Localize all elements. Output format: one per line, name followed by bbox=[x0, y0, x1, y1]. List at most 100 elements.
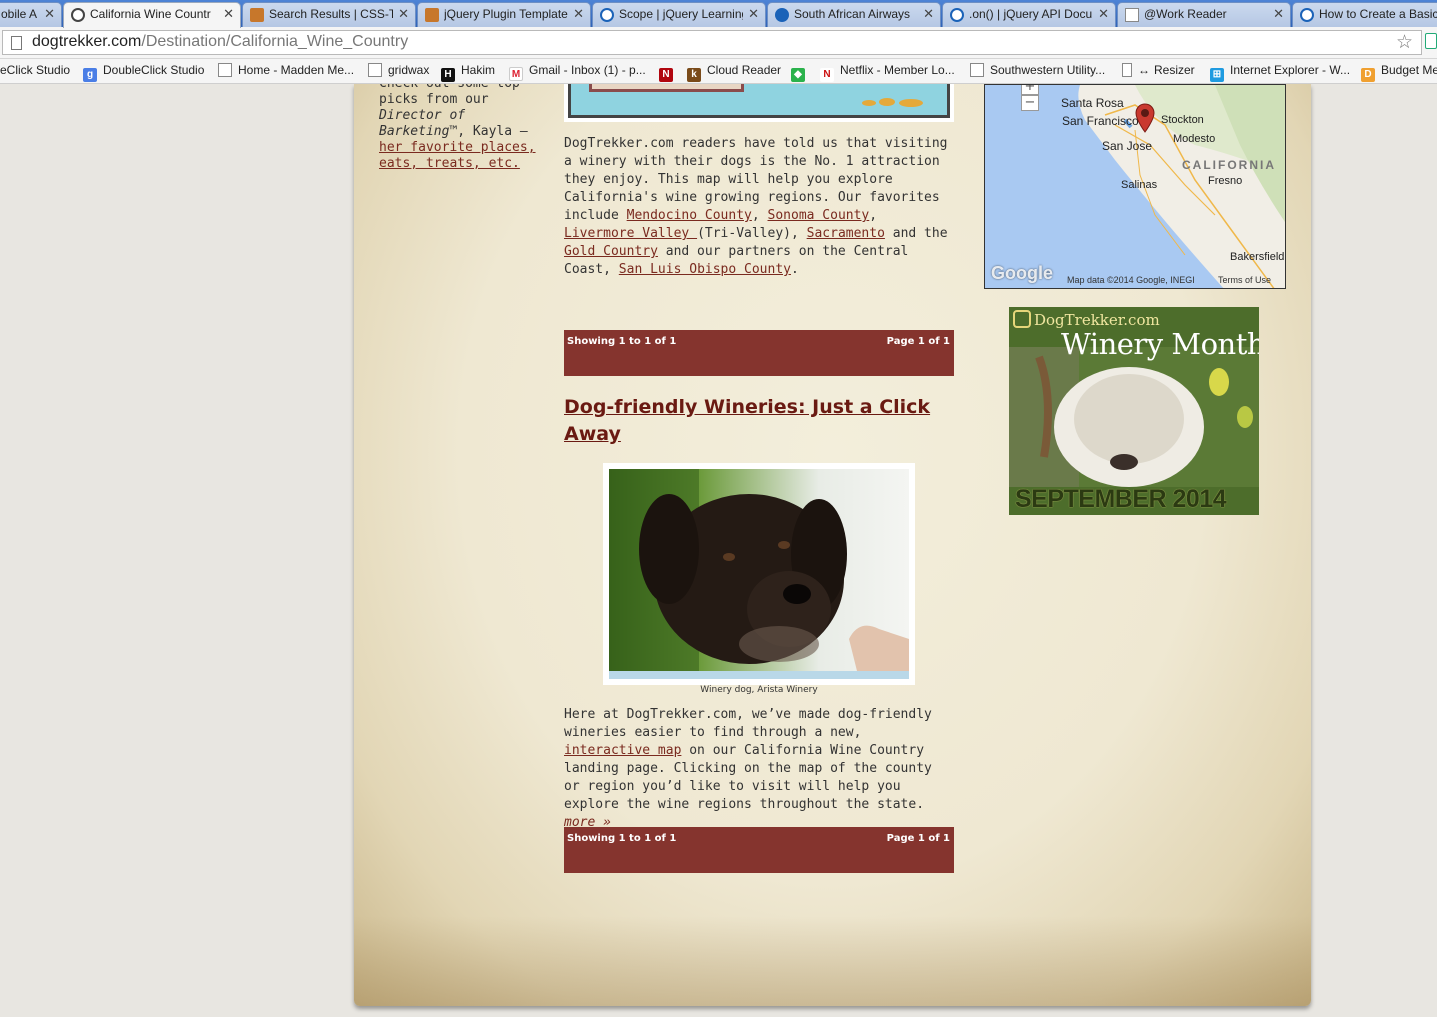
tab-jquery-api-on[interactable]: .on() | jQuery API Docu ✕ bbox=[942, 2, 1116, 27]
map-terms-link[interactable]: Terms of Use bbox=[1218, 275, 1271, 285]
close-icon[interactable]: ✕ bbox=[923, 6, 934, 22]
blurb-text: ™, Kayla — bbox=[449, 124, 528, 139]
tab-label: Scope | jQuery Learning bbox=[619, 7, 743, 21]
favorite-places-link[interactable]: her favorite places, eats, treats, etc. bbox=[379, 140, 536, 171]
bookmark-gmail[interactable]: M Gmail - Inbox (1) - p... bbox=[509, 63, 646, 81]
article-body: Here at DogTrekker.com, we’ve made dog-f… bbox=[564, 706, 954, 832]
intro-paragraph: DogTrekker.com readers have told us that… bbox=[564, 135, 954, 279]
google-logo: Google bbox=[991, 263, 1053, 283]
bookmark-gridwax[interactable]: gridwax bbox=[368, 63, 429, 77]
gmail-icon: M bbox=[509, 67, 523, 81]
mendocino-county-link[interactable]: Mendocino County bbox=[627, 208, 752, 223]
pager-top: Showing 1 to 1 of 1 Page 1 of 1 bbox=[564, 330, 954, 376]
kindle-icon: k bbox=[687, 68, 701, 82]
url-text[interactable]: dogtrekker.com/Destination/California_Wi… bbox=[32, 33, 408, 51]
address-bar[interactable]: dogtrekker.com/Destination/California_Wi… bbox=[2, 30, 1422, 55]
tab-mobile[interactable]: obile A ✕ bbox=[0, 2, 62, 27]
bookmarks-bar: eClick Studio g DoubleClick Studio Home -… bbox=[0, 59, 1437, 84]
browser-toolbar: dogtrekker.com/Destination/California_Wi… bbox=[0, 27, 1437, 59]
pager-page: Page 1 of 1 bbox=[886, 336, 950, 347]
islands-shape bbox=[862, 98, 923, 107]
map-label-bakersfield: Bakersfield bbox=[1230, 251, 1285, 263]
livermore-valley-link[interactable]: Livermore Valley bbox=[564, 226, 697, 241]
close-icon[interactable]: ✕ bbox=[398, 6, 409, 22]
bookmark-budget[interactable]: D Budget Me bbox=[1361, 63, 1437, 82]
interactive-map-link[interactable]: interactive map bbox=[564, 743, 681, 758]
intro-text: (Tri-Valley), bbox=[697, 226, 807, 241]
pager-bottom: Showing 1 to 1 of 1 Page 1 of 1 bbox=[564, 827, 954, 873]
feedly-icon: ◆ bbox=[791, 68, 805, 82]
bookmark-cloud-reader[interactable]: k Cloud Reader bbox=[687, 63, 781, 82]
tab-jquery-learning[interactable]: Scope | jQuery Learning ✕ bbox=[592, 2, 766, 27]
zoom-out-button[interactable]: − bbox=[1021, 95, 1039, 111]
bookmark-label: Hakim bbox=[461, 63, 496, 77]
map-image-inner bbox=[568, 84, 950, 118]
google-map-widget[interactable]: + − Santa Rosa San Francisco Stockton Mo… bbox=[984, 84, 1286, 289]
close-icon[interactable]: ✕ bbox=[573, 6, 584, 22]
ad-month: SEPTEMBER 2014 bbox=[1015, 485, 1227, 513]
tab-label: California Wine Countr bbox=[90, 7, 211, 21]
bookmark-hakim[interactable]: H Hakim bbox=[441, 63, 495, 82]
bookmark-southwestern-utility[interactable]: Southwestern Utility... bbox=[970, 63, 1105, 77]
page-icon bbox=[970, 63, 984, 77]
close-icon[interactable]: ✕ bbox=[1098, 6, 1109, 22]
tab-california-wine-country[interactable]: California Wine Countr ✕ bbox=[63, 2, 241, 28]
css-tricks-favicon bbox=[425, 8, 439, 22]
winery-month-ad[interactable]: DogTrekker.com Winery Month SEPTEMBER 20… bbox=[1009, 307, 1259, 515]
bookmark-doubleclick-studio[interactable]: g DoubleClick Studio bbox=[83, 63, 204, 82]
page-icon bbox=[1122, 63, 1132, 77]
san-luis-obispo-link[interactable]: San Luis Obispo County bbox=[619, 262, 791, 277]
sonoma-county-link[interactable]: Sonoma County bbox=[768, 208, 870, 223]
blurb-text: Check out some top picks from our bbox=[379, 84, 520, 107]
tab-south-african-airways[interactable]: South African Airways ✕ bbox=[767, 2, 941, 27]
bookmark-label: Southwestern Utility... bbox=[990, 63, 1106, 77]
tab-label: jQuery Plugin Template bbox=[444, 7, 568, 21]
bookmark-resizer[interactable]: ↔ Resizer bbox=[1122, 63, 1195, 77]
article-title-link[interactable]: Dog-friendly Wineries: Just a Click Away bbox=[564, 394, 954, 448]
close-icon[interactable]: ✕ bbox=[44, 6, 55, 22]
bookmark-label: Gmail - Inbox (1) - p... bbox=[529, 63, 646, 77]
page-icon bbox=[368, 63, 382, 77]
map-label-santa-rosa: Santa Rosa bbox=[1061, 96, 1124, 110]
pager-showing: Showing 1 to 1 of 1 bbox=[567, 336, 677, 347]
tab-strip: obile A ✕ California Wine Countr ✕ Searc… bbox=[0, 0, 1437, 28]
zoom-in-button[interactable]: + bbox=[1021, 85, 1039, 95]
ad-title: Winery Month bbox=[1061, 327, 1259, 361]
tab-work-reader[interactable]: @Work Reader ✕ bbox=[1117, 2, 1291, 27]
wine-country-map-image[interactable] bbox=[564, 84, 954, 122]
gold-country-link[interactable]: Gold Country bbox=[564, 244, 658, 259]
bookmark-doubleclick-studio-1[interactable]: eClick Studio bbox=[0, 63, 70, 77]
close-icon[interactable]: ✕ bbox=[1273, 6, 1284, 22]
sacramento-link[interactable]: Sacramento bbox=[807, 226, 885, 241]
extension-icon[interactable] bbox=[1425, 33, 1437, 49]
tab-label: Search Results | CSS-Tr bbox=[269, 7, 393, 21]
google-icon: g bbox=[83, 68, 97, 82]
pager-page: Page 1 of 1 bbox=[886, 833, 950, 844]
bookmark-netflix[interactable]: N bbox=[659, 63, 679, 82]
map-label-salinas: Salinas bbox=[1121, 179, 1158, 191]
tab-how-to-create[interactable]: How to Create a Basic bbox=[1292, 2, 1437, 27]
map-label-california: CALIFORNIA bbox=[1182, 158, 1276, 172]
close-icon[interactable]: ✕ bbox=[223, 6, 234, 22]
intro-text: , bbox=[751, 208, 768, 223]
bookmark-label: Netflix - Member Lo... bbox=[840, 63, 955, 77]
map-marker-icon[interactable] bbox=[1135, 103, 1155, 133]
photo-caption: Winery dog, Arista Winery bbox=[700, 685, 818, 695]
bookmark-internet-explorer[interactable]: ⊞ Internet Explorer - W... bbox=[1210, 63, 1350, 82]
map-label-san-jose: San Jose bbox=[1102, 139, 1153, 153]
page-icon bbox=[1125, 8, 1139, 22]
bookmark-netflix-member[interactable]: N Netflix - Member Lo... bbox=[820, 63, 955, 82]
article-photo[interactable] bbox=[603, 463, 915, 685]
tab-label: .on() | jQuery API Docu bbox=[969, 7, 1093, 21]
article-text: Here at DogTrekker.com, we’ve made dog-f… bbox=[564, 707, 932, 740]
close-icon[interactable]: ✕ bbox=[748, 6, 759, 22]
tab-jquery-plugin-template[interactable]: jQuery Plugin Template ✕ bbox=[417, 2, 591, 27]
netflix-n-icon: N bbox=[820, 68, 834, 82]
bookmark-feedly[interactable]: ◆ bbox=[791, 63, 811, 82]
bookmark-home-madden[interactable]: Home - Madden Me... bbox=[218, 63, 354, 77]
tab-css-tricks-search[interactable]: Search Results | CSS-Tr ✕ bbox=[242, 2, 416, 27]
dog-photo-image bbox=[609, 469, 909, 679]
map-label-san-francisco: San Francisco bbox=[1062, 114, 1139, 128]
bookmark-star-icon[interactable]: ☆ bbox=[1396, 31, 1413, 53]
tab-label: @Work Reader bbox=[1144, 7, 1227, 21]
